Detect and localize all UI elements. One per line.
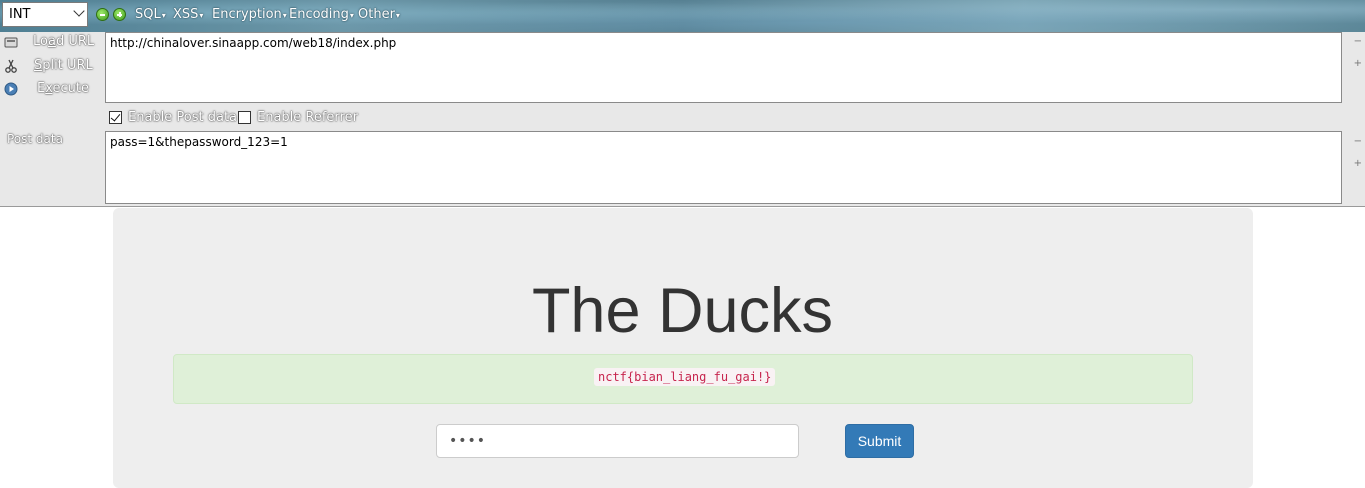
flag-code: nctf{bian_liang_fu_gai!} — [594, 368, 776, 386]
enable-post-label: Enable Post data — [128, 110, 238, 125]
post-data-label: Post data — [7, 132, 63, 146]
expand-icon[interactable]: + — [1354, 58, 1362, 69]
menu-other-label: Other — [358, 7, 395, 22]
type-select-value: INT — [9, 7, 31, 22]
url-input[interactable]: http://chinalover.sinaapp.com/web18/inde… — [105, 32, 1342, 103]
menu-other[interactable]: Other▾ — [358, 7, 400, 22]
enable-referrer-label: Enable Referrer — [257, 110, 358, 125]
caret-icon: ▾ — [282, 11, 287, 20]
split-url-label: Split URL — [34, 58, 93, 73]
menu-sql-label: SQL — [135, 7, 161, 22]
menu-encoding[interactable]: Encoding▾ — [289, 7, 354, 22]
submit-button[interactable]: Submit — [845, 424, 914, 458]
enable-post-checkbox[interactable] — [109, 111, 122, 124]
zoom-in-icon[interactable] — [113, 8, 126, 21]
menu-encryption[interactable]: Encryption▾ — [212, 7, 287, 22]
menu-sql[interactable]: SQL▾ — [135, 7, 166, 22]
enable-referrer-checkbox[interactable] — [238, 111, 251, 124]
menu-xss[interactable]: XSS▾ — [173, 7, 203, 22]
url-input-value: http://chinalover.sinaapp.com/web18/inde… — [110, 36, 397, 50]
split-url-button[interactable]: Split URL — [0, 56, 100, 78]
caret-icon: ▾ — [349, 11, 354, 20]
caret-icon: ▾ — [161, 11, 166, 20]
post-data-input[interactable]: pass=1&thepassword_123=1 — [105, 131, 1342, 204]
hackbar-menubar: INT SQL▾ XSS▾ Encryption▾ Encoding▾ Othe… — [0, 0, 1365, 32]
menu-encryption-label: Encryption — [212, 7, 282, 22]
expand-icon[interactable]: + — [1354, 158, 1362, 169]
hackbar: INT SQL▾ XSS▾ Encryption▾ Encoding▾ Othe… — [0, 0, 1365, 207]
collapse-icon[interactable]: − — [1354, 36, 1362, 47]
load-url-icon — [4, 37, 18, 48]
caret-icon: ▾ — [199, 11, 204, 20]
caret-icon: ▾ — [395, 11, 400, 20]
password-value: •••• — [449, 433, 487, 449]
execute-button[interactable]: Execute — [0, 79, 100, 101]
load-url-label: Load URL — [33, 34, 95, 49]
play-icon — [4, 82, 18, 96]
menu-encoding-label: Encoding — [289, 7, 349, 22]
chevron-down-icon — [73, 5, 85, 17]
type-select[interactable]: INT — [2, 2, 88, 27]
collapse-icon[interactable]: − — [1354, 136, 1362, 147]
load-url-button[interactable]: Load URL — [0, 32, 100, 54]
zoom-out-icon[interactable] — [96, 8, 109, 21]
divider — [0, 206, 1365, 207]
execute-label: Execute — [37, 81, 89, 96]
scissors-icon — [5, 59, 17, 73]
page-title: The Ducks — [531, 276, 834, 346]
password-input[interactable]: •••• — [436, 424, 799, 458]
post-data-value: pass=1&thepassword_123=1 — [110, 135, 288, 149]
menu-xss-label: XSS — [173, 7, 199, 22]
